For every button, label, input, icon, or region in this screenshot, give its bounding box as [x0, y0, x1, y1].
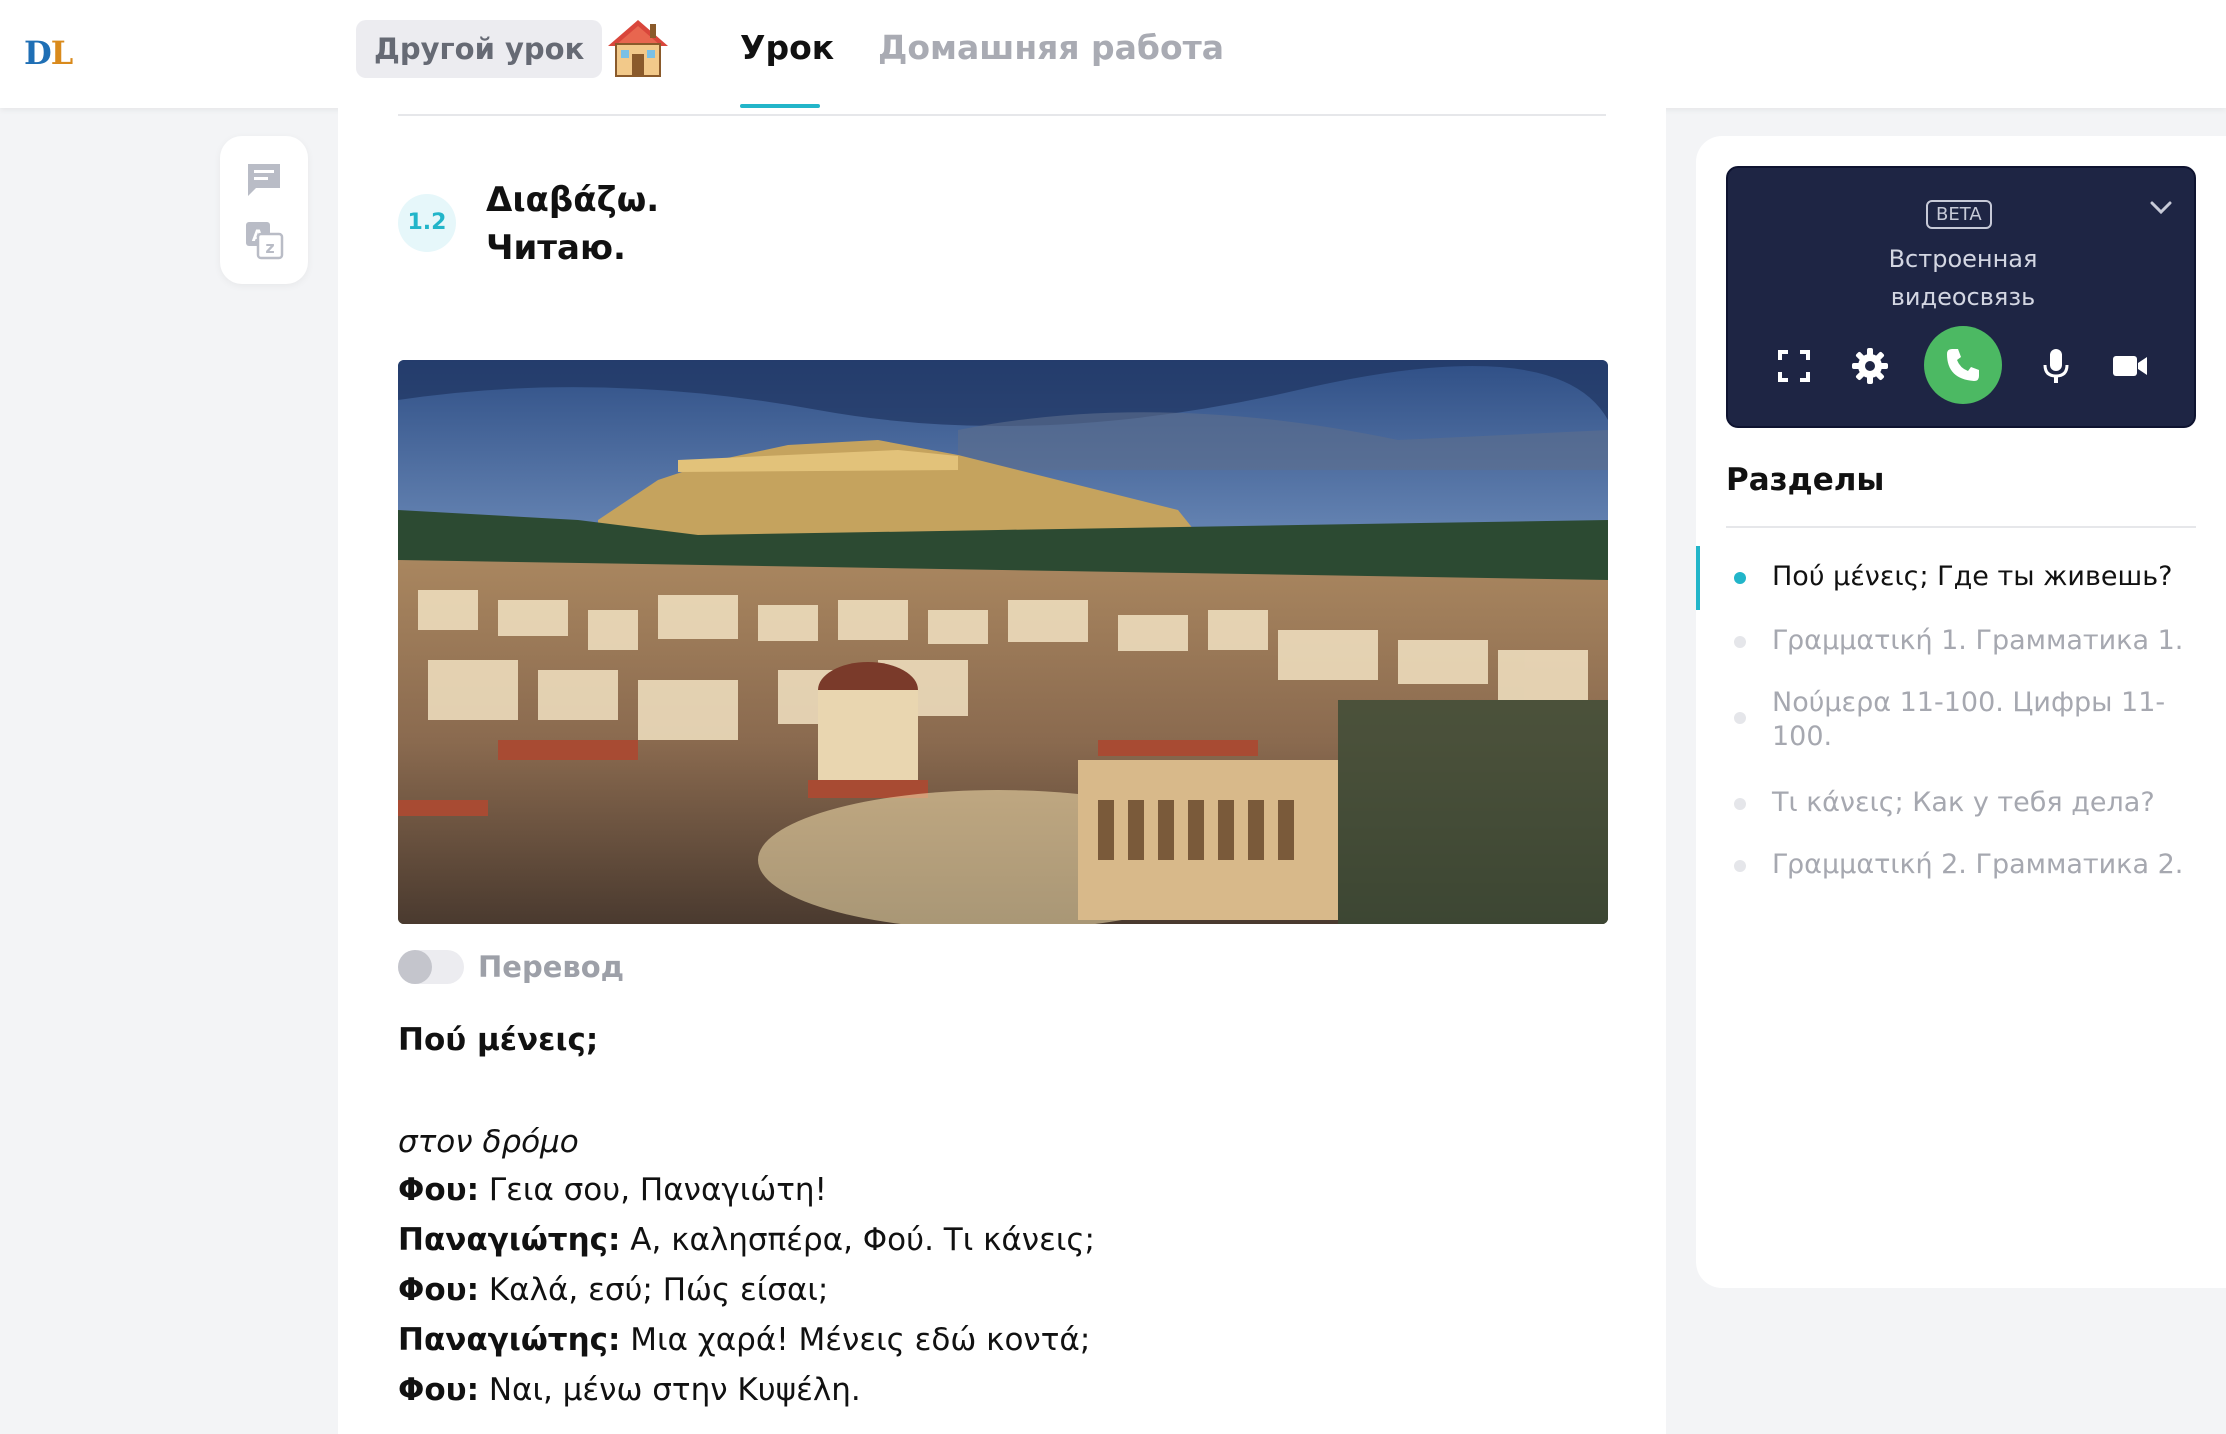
section-dot: [1734, 798, 1746, 810]
svg-text:z: z: [265, 238, 274, 257]
athens-photo: [398, 360, 1608, 924]
dialogue-line: Φου: Καλά, εσύ; Πώς είσαι;: [398, 1272, 829, 1308]
microphone-icon[interactable]: [2036, 346, 2076, 386]
right-panel: BETA Встроенная видеосвязь Разделы Πού μ…: [1696, 136, 2226, 1288]
video-call-title: Встроенная видеосвязь: [1888, 245, 2038, 311]
tool-panel: A z: [220, 136, 308, 284]
video-call-widget: BETA Встроенная видеосвязь: [1726, 166, 2196, 428]
dialogue-line: Φου: Γεια σου, Παναγιώτη!: [398, 1172, 827, 1208]
translate-icon[interactable]: A z: [244, 220, 284, 260]
section-item-pou-meneis[interactable]: Πού μένεις; Где ты живешь?: [1772, 560, 2192, 594]
toggle-knob: [398, 950, 432, 984]
house-icon[interactable]: [604, 16, 672, 80]
tab-homework[interactable]: Домашняя работа: [878, 28, 1224, 67]
dialogue-line: Παναγιώτης: Α, καλησπέρα, Φού. Τι κάνεις…: [398, 1222, 1095, 1258]
other-lesson-button[interactable]: Другой урок: [356, 20, 603, 78]
active-section-indicator: [1696, 546, 1700, 610]
section-item-numbers[interactable]: Νούμερα 11-100. Цифры 11-100.: [1772, 686, 2192, 754]
translation-toggle[interactable]: [398, 950, 464, 984]
comment-icon[interactable]: [244, 160, 284, 200]
section-dot: [1734, 636, 1746, 648]
sections-title: Разделы: [1726, 462, 1885, 498]
text-setting: στον δρόμο: [398, 1124, 579, 1160]
camera-icon[interactable]: [2110, 346, 2150, 386]
divider: [1726, 526, 2196, 528]
text-heading: Πού μένεις;: [398, 1022, 599, 1058]
logo[interactable]: DL: [24, 34, 73, 72]
fullscreen-icon[interactable]: [1774, 346, 1814, 386]
section-item-grammar-1[interactable]: Γραμματική 1. Грамматика 1.: [1772, 624, 2192, 658]
lesson-content: 1.2 Διαβάζω. Читаю. Перевод Πού μένεις; …: [338, 108, 1666, 1434]
translation-toggle-label: Перевод: [478, 950, 625, 984]
top-header: DL Другой урок Урок Домашняя работа: [0, 0, 2226, 108]
section-item-grammar-2[interactable]: Γραμματική 2. Грамматика 2.: [1772, 848, 2192, 882]
phone-icon: [1947, 349, 1979, 381]
section-dot: [1734, 860, 1746, 872]
call-button[interactable]: [1924, 326, 2002, 404]
chevron-down-icon[interactable]: [2148, 194, 2174, 220]
section-number-badge: 1.2: [398, 194, 456, 252]
divider: [398, 114, 1606, 116]
section-title: Διαβάζω. Читаю.: [486, 180, 660, 268]
section-dot: [1734, 712, 1746, 724]
gear-icon[interactable]: [1850, 346, 1890, 386]
dialogue-line: Φου: Ναι, μένω στην Κυψέλη.: [398, 1372, 861, 1408]
beta-badge: BETA: [1926, 200, 1992, 229]
section-dot: [1734, 572, 1746, 584]
dialogue-line: Παναγιώτης: Μια χαρά! Μένεις εδώ κοντά;: [398, 1322, 1091, 1358]
tab-lesson[interactable]: Урок: [740, 28, 834, 67]
section-item-ti-kaneis[interactable]: Τι κάνεις; Как у тебя дела?: [1772, 786, 2192, 820]
